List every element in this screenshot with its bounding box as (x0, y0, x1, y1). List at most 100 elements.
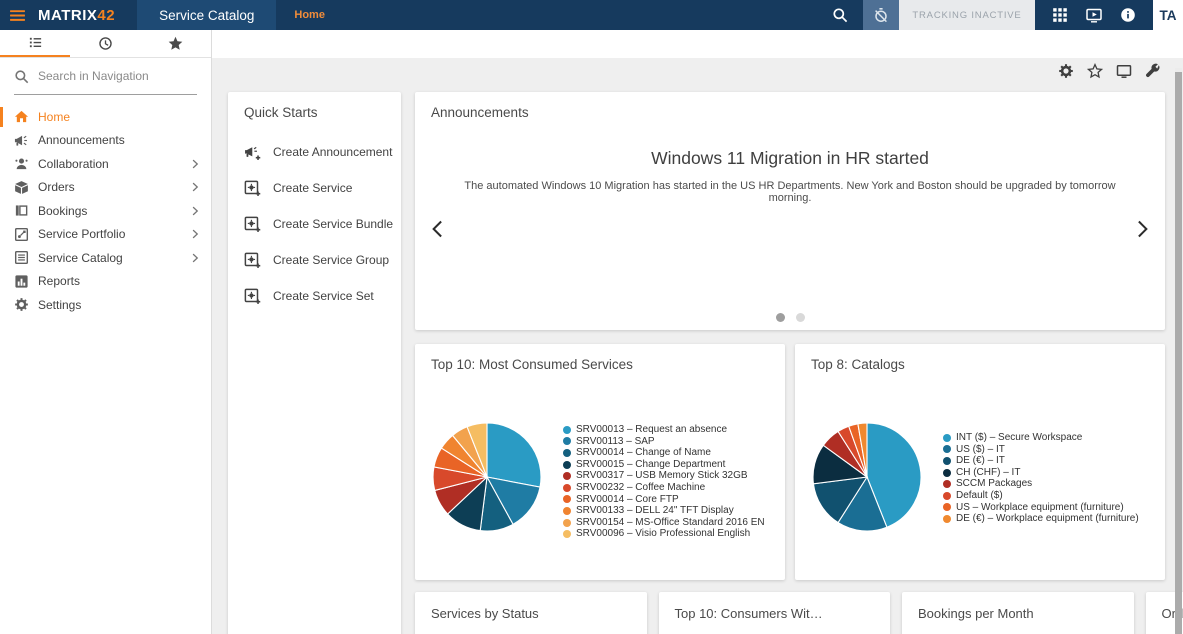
timer-off-icon[interactable] (863, 0, 899, 30)
sidebar-item-settings[interactable]: Settings (0, 293, 211, 317)
panel-services-by-status: Services by Status (415, 592, 647, 634)
settings-gear-icon[interactable] (1056, 61, 1076, 81)
legend-label: SRV00014 – Core FTP (576, 494, 679, 506)
chevron-right-icon (189, 158, 201, 170)
people-icon (14, 156, 30, 172)
main-area: Quick Starts Create Announcement Create … (212, 30, 1183, 634)
tab-history[interactable] (70, 30, 140, 57)
carousel-next-arrow-icon[interactable] (1129, 215, 1155, 243)
app-grid-icon[interactable] (1043, 0, 1077, 30)
tab-favorites[interactable] (141, 30, 211, 57)
legend-dot (943, 457, 951, 465)
wrench-icon[interactable] (1143, 61, 1163, 81)
search-icon[interactable] (823, 0, 857, 30)
panel-top-10-consumers-wit: Top 10: Consumers Wit… (659, 592, 891, 634)
sidebar-item-orders[interactable]: Orders (0, 176, 211, 200)
chart-legend: INT ($) – Secure WorkspaceUS ($) – ITDE … (943, 432, 1139, 525)
tracking-widget[interactable]: TRACKING INACTIVE (863, 0, 1035, 30)
panel-title: Top 8: Catalogs (795, 344, 1165, 372)
legend-item: SRV00232 – Coffee Machine (563, 482, 765, 494)
list-icon (28, 35, 43, 50)
panel-bookings-per-month: Bookings per Month (902, 592, 1134, 634)
legend-dot (943, 492, 951, 500)
quickstart-create-service[interactable]: Create Service (228, 170, 401, 206)
tab-navigation-list[interactable] (0, 30, 70, 57)
sidebar-item-reports[interactable]: Reports (0, 270, 211, 294)
user-avatar[interactable]: TA (1153, 0, 1183, 30)
app-title: Service Catalog (137, 0, 276, 30)
history-clock-icon (98, 36, 113, 51)
legend-label: SRV00113 – SAP (576, 436, 655, 448)
legend-dot (563, 530, 571, 538)
catalog-icon (14, 250, 30, 266)
favorite-star-icon[interactable] (1085, 61, 1105, 81)
sidebar-item-announcements[interactable]: Announcements (0, 129, 211, 153)
book-icon (14, 203, 30, 219)
legend-label: SCCM Packages (956, 478, 1032, 490)
megaphone-plus-icon (244, 144, 261, 161)
chart-legend: SRV00013 – Request an absenceSRV00113 – … (563, 424, 765, 540)
legend-dot (563, 449, 571, 457)
legend-item: SRV00014 – Change of Name (563, 447, 765, 459)
catalogs-pie-chart (812, 422, 922, 532)
legend-dot (563, 495, 571, 503)
legend-item: US – Workplace equipment (furniture) (943, 502, 1139, 514)
quick-starts-panel: Quick Starts Create Announcement Create … (228, 92, 401, 634)
hamburger-menu-icon[interactable] (0, 0, 34, 30)
monitor-icon[interactable] (1114, 61, 1134, 81)
legend-label: SRV00232 – Coffee Machine (576, 482, 705, 494)
quickstart-create-service-bundle[interactable]: Create Service Bundle (228, 206, 401, 242)
quickstart-create-service-group[interactable]: Create Service Group (228, 242, 401, 278)
legend-label: US – Workplace equipment (furniture) (956, 502, 1124, 514)
legend-label: US ($) – IT (956, 444, 1005, 456)
legend-dot (563, 519, 571, 527)
box-gear-plus-icon (244, 216, 261, 233)
sidebar-item-home[interactable]: Home (0, 105, 211, 129)
video-tutorials-icon[interactable] (1077, 0, 1111, 30)
legend-item: SRV00154 – MS-Office Standard 2016 EN (563, 517, 765, 529)
top-bar: MATRIX42 Service Catalog Home TRACKING I… (0, 0, 1183, 30)
topnav-tab-home[interactable]: Home (294, 9, 325, 21)
matrix42-logo: MATRIX42 (38, 7, 115, 24)
legend-dot (563, 426, 571, 434)
legend-dot (943, 480, 951, 488)
matrix42-app-window: MATRIX42 Service Catalog Home TRACKING I… (0, 0, 1183, 634)
legend-label: SRV00317 – USB Memory Stick 32GB (576, 470, 748, 482)
legend-item: SCCM Packages (943, 478, 1139, 490)
carousel-dot-active[interactable] (776, 313, 785, 322)
chevron-right-icon (189, 252, 201, 264)
legend-dot (943, 469, 951, 477)
scrollbar-thumb[interactable] (1175, 72, 1182, 634)
carousel-prev-arrow-icon[interactable] (425, 215, 451, 243)
legend-dot (943, 515, 951, 523)
content-toolbar (1056, 61, 1163, 81)
carousel-dot[interactable] (796, 313, 805, 322)
sidebar-item-service-portfolio[interactable]: Service Portfolio (0, 223, 211, 247)
search-input[interactable] (38, 69, 188, 83)
quickstart-create-announcement[interactable]: Create Announcement (228, 134, 401, 170)
legend-dot (563, 461, 571, 469)
panel-title: Quick Starts (228, 92, 401, 120)
sidebar-item-bookings[interactable]: Bookings (0, 199, 211, 223)
legend-item: US ($) – IT (943, 444, 1139, 456)
vertical-scrollbar[interactable] (1175, 68, 1182, 634)
sidebar-item-service-catalog[interactable]: Service Catalog (0, 246, 211, 270)
sidebar-item-collaboration[interactable]: Collaboration (0, 152, 211, 176)
legend-label: DE (€) – IT (956, 455, 1005, 467)
legend-label: SRV00096 – Visio Professional English (576, 528, 750, 540)
quickstart-create-service-set[interactable]: Create Service Set (228, 278, 401, 314)
legend-label: SRV00133 – DELL 24" TFT Display (576, 505, 734, 517)
info-icon[interactable] (1111, 0, 1145, 30)
legend-label: CH (CHF) – IT (956, 467, 1020, 479)
chevron-right-icon (189, 205, 201, 217)
legend-label: DE (€) – Workplace equipment (furniture) (956, 513, 1139, 525)
legend-item: Default ($) (943, 490, 1139, 502)
box-gear-plus-icon (244, 180, 261, 197)
bottom-panels-row: Services by Status Top 10: Consumers Wit… (415, 592, 1183, 634)
home-icon (14, 109, 30, 125)
most-consumed-services-panel: Top 10: Most Consumed Services SRV00013 … (415, 344, 785, 580)
box-gear-plus-icon (244, 288, 261, 305)
legend-dot (563, 484, 571, 492)
legend-label: SRV00013 – Request an absence (576, 424, 727, 436)
tracking-status-label: TRACKING INACTIVE (899, 0, 1035, 30)
